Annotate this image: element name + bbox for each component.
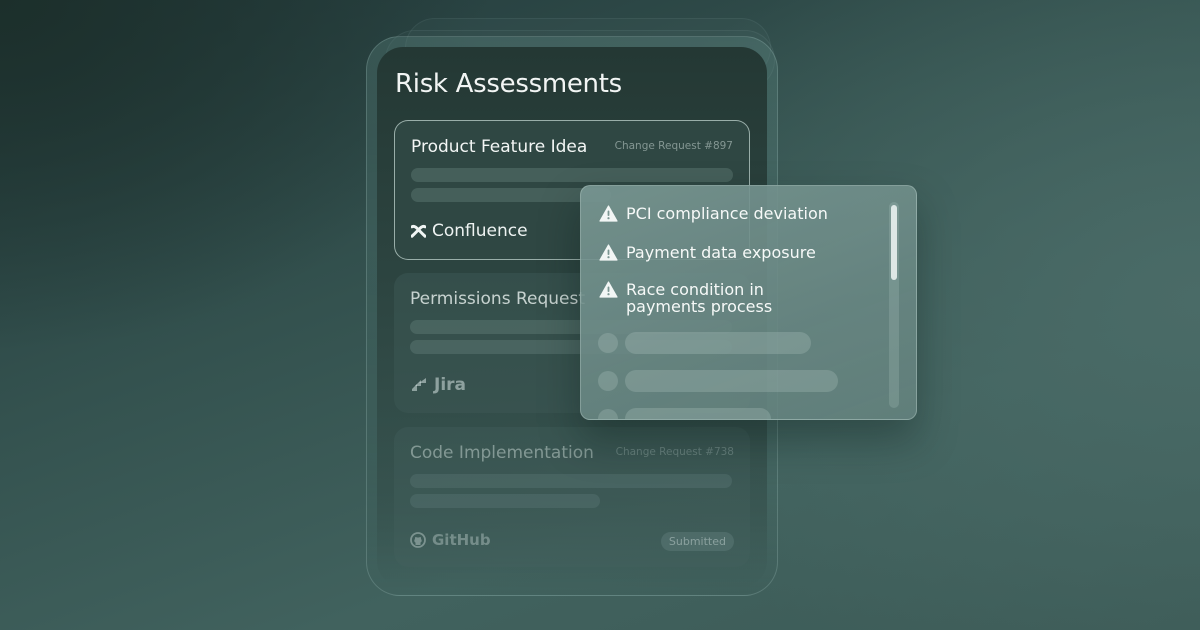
jira-icon — [410, 377, 428, 393]
change-request-number: Change Request #738 — [615, 446, 734, 458]
placeholder-icon — [598, 409, 618, 419]
source-confluence: Confluence — [411, 221, 528, 241]
card-title: Code Implementation — [410, 443, 594, 463]
source-github: GitHub — [410, 531, 491, 549]
placeholder-bar — [625, 408, 771, 419]
scrollbar[interactable] — [889, 202, 899, 408]
source-label: GitHub — [432, 531, 491, 549]
source-label: Jira — [434, 375, 467, 395]
risk-item[interactable]: Race condition in payments process — [599, 281, 772, 315]
assessment-card-code-implementation[interactable]: Code Implementation Change Request #738 … — [394, 427, 750, 567]
warning-icon — [599, 205, 618, 222]
risk-label: Payment data exposure — [626, 243, 816, 262]
risk-findings-popover: PCI compliance deviation Payment data ex… — [580, 185, 917, 420]
placeholder-bar — [625, 332, 811, 354]
card-title: Permissions Request — [410, 289, 586, 309]
scrollbar-thumb[interactable] — [891, 205, 897, 280]
status-badge: Submitted — [660, 532, 734, 551]
page-title: Risk Assessments — [395, 69, 622, 99]
card-title: Product Feature Idea — [411, 137, 588, 157]
placeholder-icon — [598, 333, 618, 353]
text-placeholder-bar — [410, 494, 600, 508]
text-placeholder-bar — [410, 474, 732, 488]
risk-label: Race condition in payments process — [626, 281, 772, 315]
source-label: Confluence — [432, 221, 528, 241]
github-icon — [410, 532, 426, 548]
text-placeholder-bar — [411, 168, 733, 182]
warning-icon — [599, 244, 618, 261]
placeholder-icon — [598, 371, 618, 391]
change-request-number: Change Request #897 — [614, 140, 733, 152]
warning-icon — [599, 281, 618, 298]
risk-item[interactable]: Payment data exposure — [599, 244, 816, 261]
placeholder-bar — [625, 370, 838, 392]
risk-item[interactable]: PCI compliance deviation — [599, 205, 828, 222]
risk-label: PCI compliance deviation — [626, 204, 828, 223]
risk-label-line: payments process — [626, 297, 773, 316]
confluence-icon — [411, 224, 426, 239]
source-jira: Jira — [410, 375, 466, 395]
